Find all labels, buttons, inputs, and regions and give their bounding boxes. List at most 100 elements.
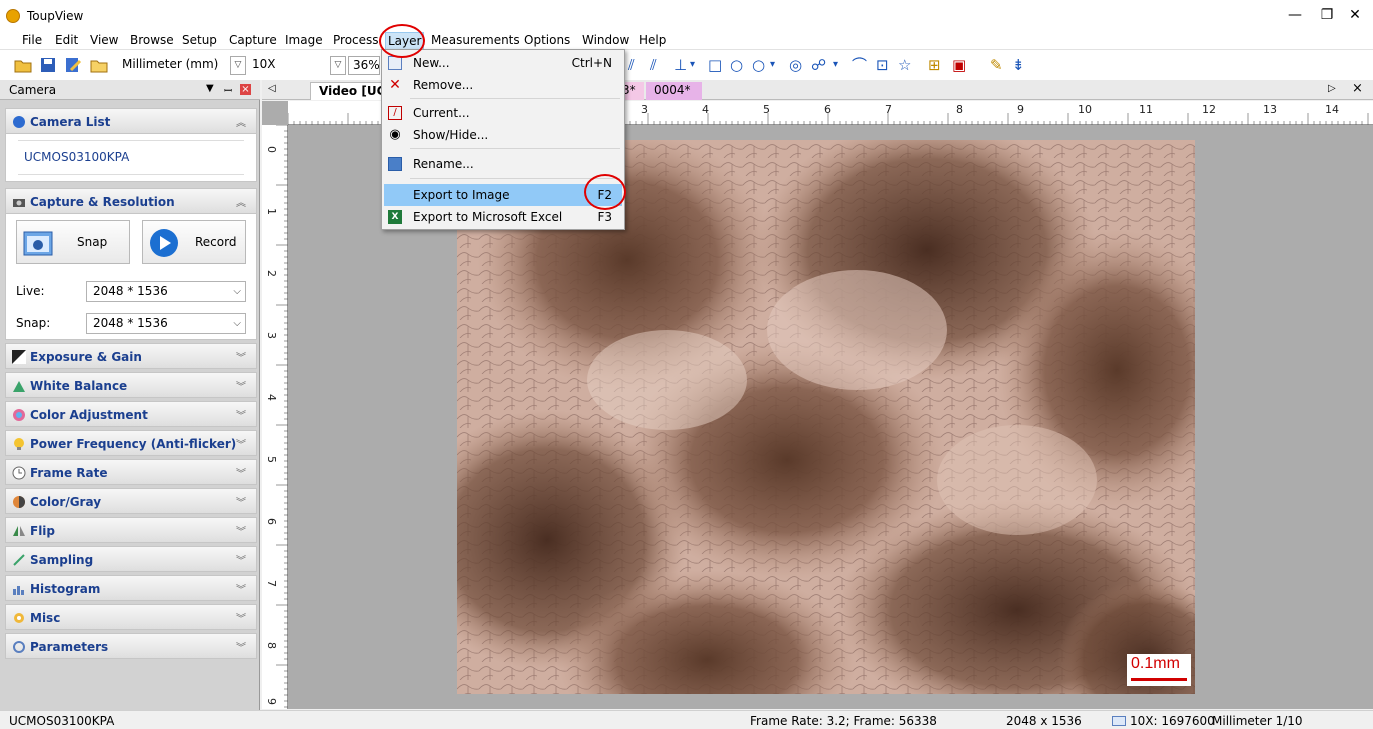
scale-bar: 0.1mm bbox=[1127, 654, 1191, 686]
menu-edit[interactable]: Edit bbox=[53, 32, 80, 48]
minimize-button[interactable]: — bbox=[1280, 4, 1310, 26]
snap-label: Snap bbox=[77, 235, 108, 249]
menu-layer[interactable]: Layer bbox=[385, 32, 425, 50]
calibration-icon[interactable]: ⊞ bbox=[928, 56, 941, 74]
misc-section-header[interactable]: Misc ︾ bbox=[5, 604, 257, 630]
capture-resolution-body: Snap Record Live: 2048 * 1536 ⌵ Snap: 20… bbox=[5, 214, 257, 340]
power-frequency-section-header[interactable]: Power Frequency (Anti-flicker) ︾ bbox=[5, 430, 257, 456]
export-icon[interactable]: ⇟ bbox=[1012, 56, 1025, 74]
menu-item-export-to-excel[interactable]: X Export to Microsoft Excel F3 bbox=[384, 206, 622, 228]
arc-icon[interactable]: ⌒ bbox=[852, 56, 867, 74]
status-frame-rate: Frame Rate: 3.2; Frame: 56338 bbox=[750, 714, 937, 728]
ellipse-icon[interactable]: ○ bbox=[730, 56, 743, 74]
capture-resolution-section-header[interactable]: Capture & Resolution ︽ bbox=[5, 188, 257, 214]
sampling-label: Sampling bbox=[30, 553, 94, 567]
panel-pin-icon[interactable]: ꟷ bbox=[224, 83, 232, 97]
ruler-label: 7 bbox=[885, 103, 892, 116]
dropdown-arrow-2-icon[interactable]: ▾ bbox=[770, 56, 775, 74]
menu-help[interactable]: Help bbox=[637, 32, 668, 48]
menu-process[interactable]: Process bbox=[331, 32, 381, 48]
menu-view[interactable]: View bbox=[88, 32, 120, 48]
dropdown-arrow-3-icon[interactable]: ▾ bbox=[833, 56, 838, 74]
menu-item-shortcut: Ctrl+N bbox=[571, 56, 612, 70]
white-balance-section-header[interactable]: White Balance ︾ bbox=[5, 372, 257, 398]
color-gray-label: Color/Gray bbox=[30, 495, 102, 509]
menu-capture[interactable]: Capture bbox=[227, 32, 279, 48]
text-box-icon[interactable]: ⊡ bbox=[876, 56, 889, 74]
close-tab-icon[interactable]: × bbox=[1352, 81, 1363, 96]
expand-chevron-icon: ︾ bbox=[236, 469, 246, 480]
menu-item-label: Export to Image bbox=[413, 188, 510, 202]
menu-options[interactable]: Options bbox=[522, 32, 572, 48]
exposure-gain-section-header[interactable]: Exposure & Gain ︾ bbox=[5, 343, 257, 369]
exposure-icon bbox=[12, 350, 26, 364]
flip-icon bbox=[13, 526, 25, 536]
rectangle-icon[interactable]: □ bbox=[708, 56, 722, 74]
menu-window[interactable]: Window bbox=[580, 32, 631, 48]
flip-section-header[interactable]: Flip ︾ bbox=[5, 517, 257, 543]
zoom-input[interactable]: 36% bbox=[348, 56, 380, 75]
tab-scroll-left-icon[interactable]: ◁ bbox=[268, 83, 276, 94]
menu-image[interactable]: Image bbox=[283, 32, 325, 48]
magnification-dropdown-arrow-icon[interactable]: ▽ bbox=[330, 56, 346, 75]
edit-properties-icon[interactable] bbox=[64, 56, 82, 74]
menu-item-rename[interactable]: Rename... bbox=[384, 153, 622, 175]
color-adjustment-section-header[interactable]: Color Adjustment ︾ bbox=[5, 401, 257, 427]
tab-image-0004[interactable]: 0004* bbox=[646, 82, 702, 100]
camera-list-section-header[interactable]: Camera List ︽ bbox=[5, 108, 257, 134]
histogram-section-header[interactable]: Histogram ︾ bbox=[5, 575, 257, 601]
remove-x-icon: ✕ bbox=[389, 77, 401, 93]
unit-select[interactable]: Millimeter (mm) bbox=[118, 56, 228, 75]
color-gray-section-header[interactable]: Color/Gray ︾ bbox=[5, 488, 257, 514]
panel-dropdown-icon[interactable]: ▼ bbox=[206, 83, 214, 94]
record-button[interactable]: Record bbox=[142, 220, 246, 264]
menu-separator bbox=[410, 98, 620, 99]
polygon-icon[interactable]: ☍ bbox=[811, 56, 826, 74]
frame-rate-section-header[interactable]: Frame Rate ︾ bbox=[5, 459, 257, 485]
status-unit: Millimeter 1/10 bbox=[1212, 714, 1303, 728]
menu-item-shortcut: F2 bbox=[597, 188, 612, 202]
expand-chevron-icon: ︾ bbox=[236, 527, 246, 538]
menu-browse[interactable]: Browse bbox=[128, 32, 176, 48]
magnification-select[interactable]: 10X bbox=[248, 56, 328, 75]
live-resolution-select[interactable]: 2048 * 1536 ⌵ bbox=[86, 281, 246, 302]
perpendicular-icon[interactable]: ⊥ bbox=[674, 56, 687, 74]
unit-dropdown-arrow-icon[interactable]: ▽ bbox=[230, 56, 246, 75]
expand-chevron-icon: ︾ bbox=[236, 411, 246, 422]
open-folder-icon[interactable] bbox=[14, 56, 32, 74]
camera-device-item[interactable]: UCMOS03100KPA bbox=[24, 150, 129, 164]
browse-folder-icon[interactable] bbox=[90, 56, 108, 74]
parallel-lines-2-icon[interactable]: ⫽ bbox=[650, 56, 657, 74]
menu-file[interactable]: File bbox=[20, 32, 44, 48]
snap-resolution-select[interactable]: 2048 * 1536 ⌵ bbox=[86, 313, 246, 334]
menu-setup[interactable]: Setup bbox=[180, 32, 219, 48]
snap-button[interactable]: Snap bbox=[16, 220, 130, 264]
dropdown-arrow-icon[interactable]: ▾ bbox=[690, 56, 695, 74]
panel-close-icon[interactable]: × bbox=[240, 84, 251, 95]
scale-bar-line bbox=[1131, 678, 1187, 681]
parameters-section-header[interactable]: Parameters ︾ bbox=[5, 633, 257, 659]
magnification-icon bbox=[1112, 716, 1126, 726]
menu-item-new-layer[interactable]: New... Ctrl+N bbox=[384, 52, 622, 74]
menu-item-show-hide[interactable]: ◉ Show/Hide... bbox=[384, 124, 622, 146]
menu-separator bbox=[410, 178, 620, 179]
star-icon[interactable]: ☆ bbox=[898, 56, 911, 74]
tab-scroll-right-icon[interactable]: ▷ bbox=[1328, 83, 1336, 94]
menu-measurements[interactable]: Measurements bbox=[429, 32, 522, 48]
camera-panel-header: Camera ▼ ꟷ × bbox=[0, 80, 260, 100]
save-icon[interactable] bbox=[39, 56, 57, 74]
layer-dropdown-menu: New... Ctrl+N ✕ Remove... / Current... ◉… bbox=[381, 49, 625, 230]
current-layer-icon: / bbox=[388, 106, 402, 120]
ruler-label: 3 bbox=[265, 332, 278, 339]
close-button[interactable]: ✕ bbox=[1340, 4, 1370, 26]
sampling-section-header[interactable]: Sampling ︾ bbox=[5, 546, 257, 572]
circle-icon[interactable]: ○ bbox=[752, 56, 765, 74]
parallel-lines-icon[interactable]: ⫽ bbox=[628, 56, 635, 74]
menu-item-current-layer[interactable]: / Current... bbox=[384, 102, 622, 124]
concentric-circle-icon[interactable]: ◎ bbox=[789, 56, 802, 74]
layer-settings-icon[interactable]: ✎ bbox=[990, 56, 1003, 74]
menu-item-remove-layer[interactable]: ✕ Remove... bbox=[384, 74, 622, 96]
menu-item-export-to-image[interactable]: Export to Image F2 bbox=[384, 184, 622, 206]
grid-g-icon[interactable]: ▣ bbox=[952, 56, 966, 74]
restore-button[interactable]: ❐ bbox=[1312, 4, 1342, 26]
